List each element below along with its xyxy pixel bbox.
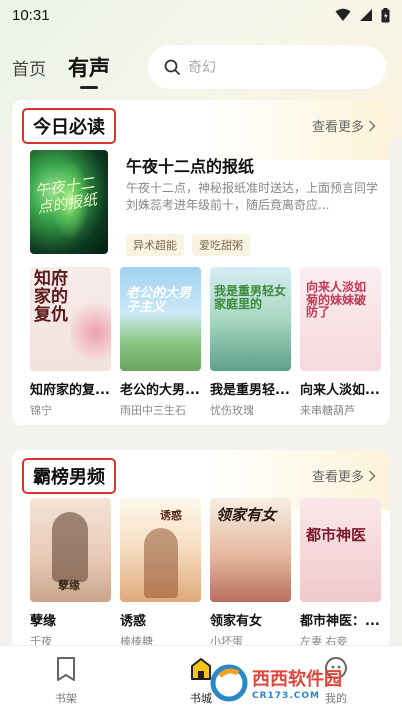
watermark-sub: CR173.COM (252, 691, 320, 701)
tag[interactable]: 爱吃甜粥 (192, 234, 250, 256)
chevron-right-icon (368, 469, 376, 482)
book-cover[interactable]: 向来人淡如菊的妹妹破防了 (300, 267, 381, 371)
cover-title-art: 我是重男轻女家庭里的 (214, 284, 287, 311)
featured-book[interactable]: 午夜十二点的报纸 午夜十二点的报纸 午夜十二点，神秘报纸准时送达，上面预言同学刘… (30, 150, 378, 256)
section-top-male: 霸榜男频 查看更多 孽缘 孽缘 千夜 诱惑 诱惑 棒棒糖 领家有女 领家有女 小… (12, 450, 390, 650)
search-icon (164, 59, 180, 75)
cover-title-art: 孽缘 (58, 579, 80, 592)
book-row: 孽缘 孽缘 千夜 诱惑 诱惑 棒棒糖 领家有女 领家有女 小坏蛋 都市神医 都市… (30, 498, 381, 649)
book-cover[interactable]: 领家有女 (210, 498, 291, 602)
status-time: 10:31 (12, 6, 50, 24)
cover-title-art: 领家有女 (216, 506, 277, 524)
book-cover[interactable]: 我是重男轻女家庭里的 (210, 267, 291, 371)
book-cover[interactable]: 知府家的复仇 (30, 267, 111, 371)
watermark-logo-icon (210, 664, 248, 702)
book-cover[interactable]: 都市神医 (300, 498, 381, 602)
more-link[interactable]: 查看更多 (312, 116, 376, 135)
book-row: 知府家的复仇 知府家的复... 锦宁 老公的大男子主义 老公的大男... 雨田中… (30, 267, 381, 418)
battery-icon (381, 7, 390, 22)
book-item[interactable]: 知府家的复仇 知府家的复... 锦宁 (30, 267, 111, 418)
wifi-icon (335, 8, 351, 21)
chevron-right-icon (368, 119, 376, 132)
more-link-label: 查看更多 (311, 120, 364, 135)
book-title[interactable]: 老公的大男... (120, 379, 201, 398)
book-title[interactable]: 知府家的复... (30, 379, 111, 398)
more-link[interactable]: 查看更多 (312, 466, 376, 485)
tag[interactable]: 异术超能 (126, 234, 184, 256)
tab-home[interactable]: 首页 (12, 55, 46, 80)
status-bar: 10:31 (0, 0, 402, 30)
book-cover[interactable]: 午夜十二点的报纸 (30, 150, 108, 254)
more-link-label: 查看更多 (311, 470, 364, 485)
cover-figure (52, 512, 88, 582)
book-cover[interactable]: 老公的大男子主义 (120, 267, 201, 371)
cover-decoration (71, 297, 111, 367)
section-title: 今日必读 (22, 108, 116, 144)
book-author: 锦宁 (30, 404, 52, 417)
cover-title-art: 诱惑 (160, 509, 182, 522)
watermark-text-group: 西西软件园 CR173.COM (252, 665, 342, 701)
cover-title-art: 都市神医 (306, 526, 367, 544)
tab-audio[interactable]: 有声 (68, 52, 110, 82)
signal-icon (360, 9, 372, 21)
watermark: 西西软件园 CR173.COM (210, 664, 342, 702)
book-description: 午夜十二点，神秘报纸准时送达，上面预言同学刘姝蕊考进年级前十，随后竟离奇应... (126, 181, 378, 212)
book-item[interactable]: 孽缘 孽缘 千夜 (30, 498, 111, 649)
book-title[interactable]: 我是重男轻... (210, 379, 291, 398)
cover-title-art: 午夜十二点的报纸 (33, 173, 99, 217)
search-box[interactable]: 奇幻 (148, 45, 386, 89)
watermark-text: 西西软件园 (252, 669, 342, 690)
book-item[interactable]: 我是重男轻女家庭里的 我是重男轻... 忧伤玫瑰 (210, 267, 291, 418)
book-title[interactable]: 诱惑 (120, 610, 201, 629)
book-title[interactable]: 午夜十二点的报纸 (126, 153, 254, 177)
nav-bookshelf[interactable]: 书架 (36, 656, 96, 706)
book-title[interactable]: 孽缘 (30, 610, 111, 629)
section-title: 霸榜男频 (22, 458, 116, 494)
cover-title-art: 知府家的复仇 (34, 269, 68, 325)
cover-title-art: 向来人淡如菊的妹妹破防了 (306, 280, 367, 320)
book-cover[interactable]: 诱惑 (120, 498, 201, 602)
book-cover[interactable]: 孽缘 (30, 498, 111, 602)
section-today-must-read: 今日必读 查看更多 午夜十二点的报纸 午夜十二点的报纸 午夜十二点，神秘报纸准时… (12, 100, 390, 425)
book-author: 来串糖葫芦 (300, 404, 355, 417)
book-item[interactable]: 向来人淡如菊的妹妹破防了 向来人淡如... 来串糖葫芦 (300, 267, 381, 418)
book-item[interactable]: 诱惑 诱惑 棒棒糖 (120, 498, 201, 649)
book-item[interactable]: 老公的大男子主义 老公的大男... 雨田中三生石 (120, 267, 201, 418)
book-author: 忧伤玫瑰 (210, 404, 254, 417)
cover-title-art: 老公的大男子主义 (126, 286, 192, 315)
book-title[interactable]: 领家有女 (210, 610, 291, 629)
status-icons (335, 7, 390, 23)
book-title[interactable]: 向来人淡如... (300, 379, 381, 398)
book-item[interactable]: 都市神医 都市神医：... 左妻 右妾 (300, 498, 381, 649)
nav-label: 书架 (55, 692, 77, 705)
tag-list: 异术超能 爱吃甜粥 (126, 234, 250, 256)
search-input[interactable]: 奇幻 (188, 57, 216, 77)
cover-figure (144, 528, 178, 598)
book-title[interactable]: 都市神医：... (300, 610, 381, 629)
book-item[interactable]: 领家有女 领家有女 小坏蛋 (210, 498, 291, 649)
book-author: 雨田中三生石 (120, 404, 186, 417)
bookshelf-icon (57, 657, 75, 681)
